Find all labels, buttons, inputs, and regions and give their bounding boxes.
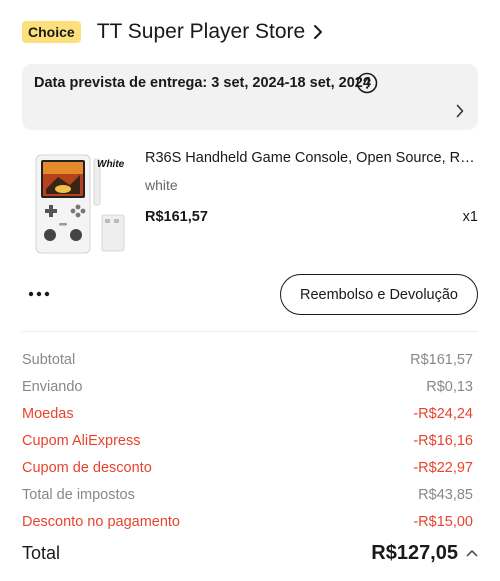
refund-return-button[interactable]: Reembolso e Devolução	[280, 274, 478, 315]
product-price: R$161,57	[145, 209, 208, 225]
delivery-estimate-text: Data prevista de entrega: 3 set, 2024-18…	[34, 75, 371, 91]
total-value: R$127,05	[371, 541, 458, 564]
store-name[interactable]: TT Super Player Store	[97, 20, 306, 44]
total-label: Total	[22, 542, 61, 563]
summary-row-label: Cupom de desconto	[22, 459, 152, 476]
product-item[interactable]: White R36S Handheld Game Console, Open S…	[22, 145, 478, 263]
choice-badge: Choice	[22, 21, 81, 43]
product-variant: white	[145, 177, 178, 193]
product-quantity: x1	[462, 209, 478, 225]
summary-row-label: Cupom AliExpress	[22, 432, 141, 449]
summary-row-value: R$43,85	[418, 486, 473, 503]
summary-row-label: Total de impostos	[22, 486, 135, 503]
summary-row-value: R$0,13	[426, 378, 473, 395]
svg-text:White: White	[97, 159, 125, 170]
summary-row: Desconto no pagamento -R$15,00	[22, 508, 473, 535]
chevron-right-icon	[456, 104, 464, 123]
store-header[interactable]: Choice TT Super Player Store	[22, 18, 323, 46]
summary-row: Moedas -R$24,24	[22, 400, 473, 427]
question-circle-icon[interactable]	[356, 72, 378, 94]
divider	[22, 331, 478, 332]
summary-row-value: -R$24,24	[413, 405, 473, 422]
summary-row-value: -R$15,00	[413, 513, 473, 530]
summary-row-value: -R$22,97	[413, 459, 473, 476]
summary-row-label: Moedas	[22, 405, 74, 422]
price-summary: Subtotal R$161,57 Enviando R$0,13 Moedas -R$2…	[22, 346, 473, 535]
more-dots-icon[interactable]	[27, 284, 53, 304]
summary-row-value: R$161,57	[410, 351, 473, 368]
product-image[interactable]: White	[32, 149, 132, 257]
chevron-right-icon[interactable]	[313, 24, 323, 40]
total-row[interactable]: Total R$127,05	[22, 538, 478, 568]
summary-row: Cupom de desconto -R$22,97	[22, 454, 473, 481]
summary-row-label: Enviando	[22, 378, 83, 395]
summary-row: Subtotal R$161,57	[22, 346, 473, 373]
summary-row: Enviando R$0,13	[22, 373, 473, 400]
summary-row-label: Subtotal	[22, 351, 76, 368]
product-title[interactable]: R36S Handheld Game Console, Open Source,…	[145, 150, 478, 166]
summary-row: Cupom AliExpress -R$16,16	[22, 427, 473, 454]
summary-row-label: Desconto no pagamento	[22, 513, 180, 530]
delivery-estimate-panel[interactable]: Data prevista de entrega: 3 set, 2024-18…	[22, 64, 478, 130]
summary-row-value: -R$16,16	[413, 432, 473, 449]
summary-row: Total de impostos R$43,85	[22, 481, 473, 508]
chevron-up-icon[interactable]	[466, 549, 478, 557]
